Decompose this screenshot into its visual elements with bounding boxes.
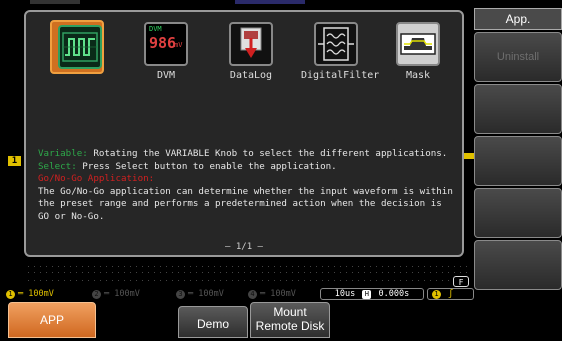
side-button-4[interactable]: [474, 188, 562, 238]
ch2-scale[interactable]: 2 ═ 100mV: [92, 289, 140, 300]
bottom-menu: APP Demo Mount Remote Disk: [0, 300, 474, 338]
app-label: DataLog: [229, 70, 273, 81]
ch1-scale-value: 100mV: [28, 289, 54, 299]
ch2-icon: 2: [92, 290, 101, 299]
ch1-scale[interactable]: 1 ═ 100mV: [6, 289, 54, 300]
app-item-digitalfilter[interactable]: DigitalFilter: [301, 20, 380, 90]
app-label: DVM: [156, 70, 176, 81]
select-key: Select:: [38, 160, 77, 172]
go-nogo-waveform-icon: [58, 25, 102, 69]
app-label: Mask: [405, 70, 431, 81]
demo-button[interactable]: Demo: [178, 306, 248, 338]
ch3-scale-value: 100mV: [198, 289, 224, 299]
ch3-scale[interactable]: 3 ═ 100mV: [176, 289, 224, 300]
horizontal-position-icon: H: [362, 290, 372, 299]
app-description: Variable: Rotating the VARIABLE Knob to …: [38, 148, 458, 223]
function-badge: F: [453, 276, 469, 287]
timebase-value: 10us: [334, 289, 356, 299]
status-bar: 1 ═ 100mV 2 ═ 100mV 3 ═ 100mV 4 ═ 100mV 10us…: [0, 288, 474, 300]
app-item-dvm[interactable]: DVM 986 mV DVM: [131, 20, 201, 90]
trigger-source-icon: 1: [432, 290, 441, 299]
mount-label-line1: Mount: [273, 305, 307, 319]
select-text: Press Select button to enable the applic…: [76, 160, 337, 172]
side-button-5[interactable]: [474, 240, 562, 290]
side-menu-title: App.: [474, 8, 562, 30]
ch4-scale-value: 100mV: [270, 289, 296, 299]
side-button-2[interactable]: [474, 84, 562, 134]
acquisition-top-bar: [30, 0, 470, 10]
page-indicator: – 1/1 –: [225, 242, 263, 252]
ch1-position-marker: 1: [8, 156, 21, 166]
uninstall-button[interactable]: Uninstall: [474, 32, 562, 82]
mount-remote-disk-button[interactable]: Mount Remote Disk: [250, 302, 330, 338]
variable-key: Variable:: [38, 148, 88, 159]
rising-edge-icon: ʃ: [448, 289, 454, 299]
mount-label-line2: Remote Disk: [255, 319, 325, 333]
horizontal-position-value: 0.000s: [378, 289, 410, 299]
dvm-display-icon: DVM 986 mV: [144, 22, 188, 66]
app-label: DigitalFilter: [301, 70, 380, 81]
datalog-icon: [229, 22, 273, 66]
app-selection-panel: DVM 986 mV DVM DataLog DigitalFilter Mas…: [24, 10, 464, 257]
ch4-icon: 4: [248, 290, 257, 299]
app-item-go-nogo[interactable]: [48, 20, 118, 90]
app-item-mask[interactable]: Mask: [383, 20, 453, 90]
app-heading: Go/No-Go Application:: [38, 173, 155, 184]
app-button[interactable]: APP: [8, 302, 96, 338]
ch3-icon: 3: [176, 290, 185, 299]
side-button-3[interactable]: [474, 136, 562, 186]
ch4-scale[interactable]: 4 ═ 100mV: [248, 289, 296, 300]
app-text: The Go/No-Go application can determine w…: [38, 185, 453, 222]
trigger-status[interactable]: 1 ʃ: [427, 288, 474, 300]
digital-filter-icon: [314, 22, 358, 66]
mask-icon: [396, 22, 440, 66]
app-item-datalog[interactable]: DataLog: [216, 20, 286, 90]
trigger-level-marker: [464, 153, 474, 159]
variable-text: Rotating the VARIABLE Knob to select the…: [87, 148, 448, 159]
timebase-display[interactable]: 10us H 0.000s: [320, 288, 424, 300]
side-menu: App. Uninstall: [474, 8, 562, 313]
ch1-icon: 1: [6, 290, 15, 299]
ch2-scale-value: 100mV: [114, 289, 140, 299]
